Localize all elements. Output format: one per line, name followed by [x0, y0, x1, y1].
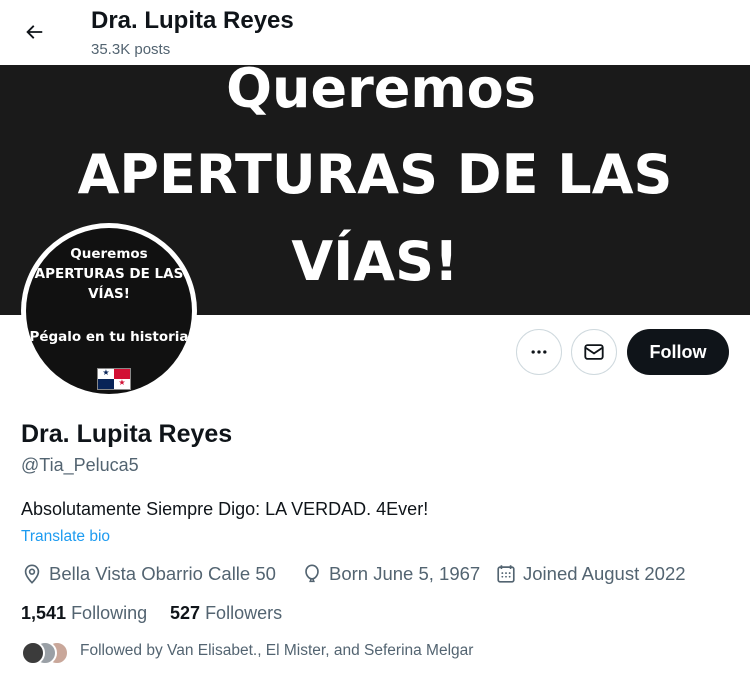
birthdate-text: Born June 5, 1967	[329, 563, 481, 584]
profile-name: Dra. Lupita Reyes	[21, 420, 233, 448]
page-title: Dra. Lupita Reyes	[91, 7, 294, 34]
location-icon	[24, 564, 40, 584]
avatar-text-line: Pégalo en tu historia	[29, 329, 189, 345]
following-label: Following	[71, 603, 148, 623]
banner-text-line: Queremos	[226, 65, 536, 120]
top-bar: Dra. Lupita Reyes 35.3K posts	[0, 0, 750, 65]
translate-bio-link[interactable]: Translate bio	[21, 528, 110, 546]
posts-count: 35.3K posts	[91, 41, 171, 58]
location-text: Bella Vista Obarrio Calle 50	[49, 563, 276, 584]
profile-handle: @Tia_Peluca5	[21, 455, 139, 475]
avatar	[21, 641, 45, 665]
back-button[interactable]	[14, 12, 54, 52]
avatar-text-line: APERTURAS DE LAS	[34, 266, 184, 282]
message-button[interactable]	[571, 329, 617, 375]
followed-by-text[interactable]: Followed by Van Elisabet., El Mister, an…	[80, 642, 473, 660]
following-count: 1,541	[21, 603, 67, 623]
followers-count: 527	[170, 603, 201, 623]
profile-birthdate: Born June 5, 1967	[301, 563, 480, 585]
avatar[interactable]: Queremos APERTURAS DE LAS VÍAS! Pégalo e…	[21, 223, 197, 399]
avatar-text-line: VÍAS!	[88, 286, 130, 302]
profile-join-date: Joined August 2022	[495, 563, 686, 585]
banner-text-line: APERTURAS DE LAS	[77, 143, 673, 206]
following-link[interactable]: 1,541 Following	[21, 603, 147, 624]
follow-button[interactable]: Follow	[627, 329, 729, 375]
followers-link[interactable]: 527 Followers	[170, 603, 282, 624]
avatar-image: Queremos APERTURAS DE LAS VÍAS! Pégalo e…	[26, 228, 192, 394]
panama-flag-icon: ★ ★	[97, 368, 131, 390]
more-icon	[531, 350, 547, 354]
balloon-icon	[305, 564, 319, 583]
more-button[interactable]	[516, 329, 562, 375]
followed-by-avatars[interactable]	[21, 641, 69, 666]
back-arrow-icon	[26, 25, 43, 39]
join-date-text: Joined August 2022	[523, 563, 686, 584]
calendar-icon	[497, 565, 515, 583]
mail-icon	[584, 344, 604, 360]
profile-location: Bella Vista Obarrio Calle 50	[21, 563, 276, 585]
profile-bio: Absolutamente Siempre Digo: LA VERDAD. 4…	[21, 499, 429, 519]
avatar-text-line: Queremos	[70, 246, 148, 262]
followers-label: Followers	[205, 603, 283, 623]
